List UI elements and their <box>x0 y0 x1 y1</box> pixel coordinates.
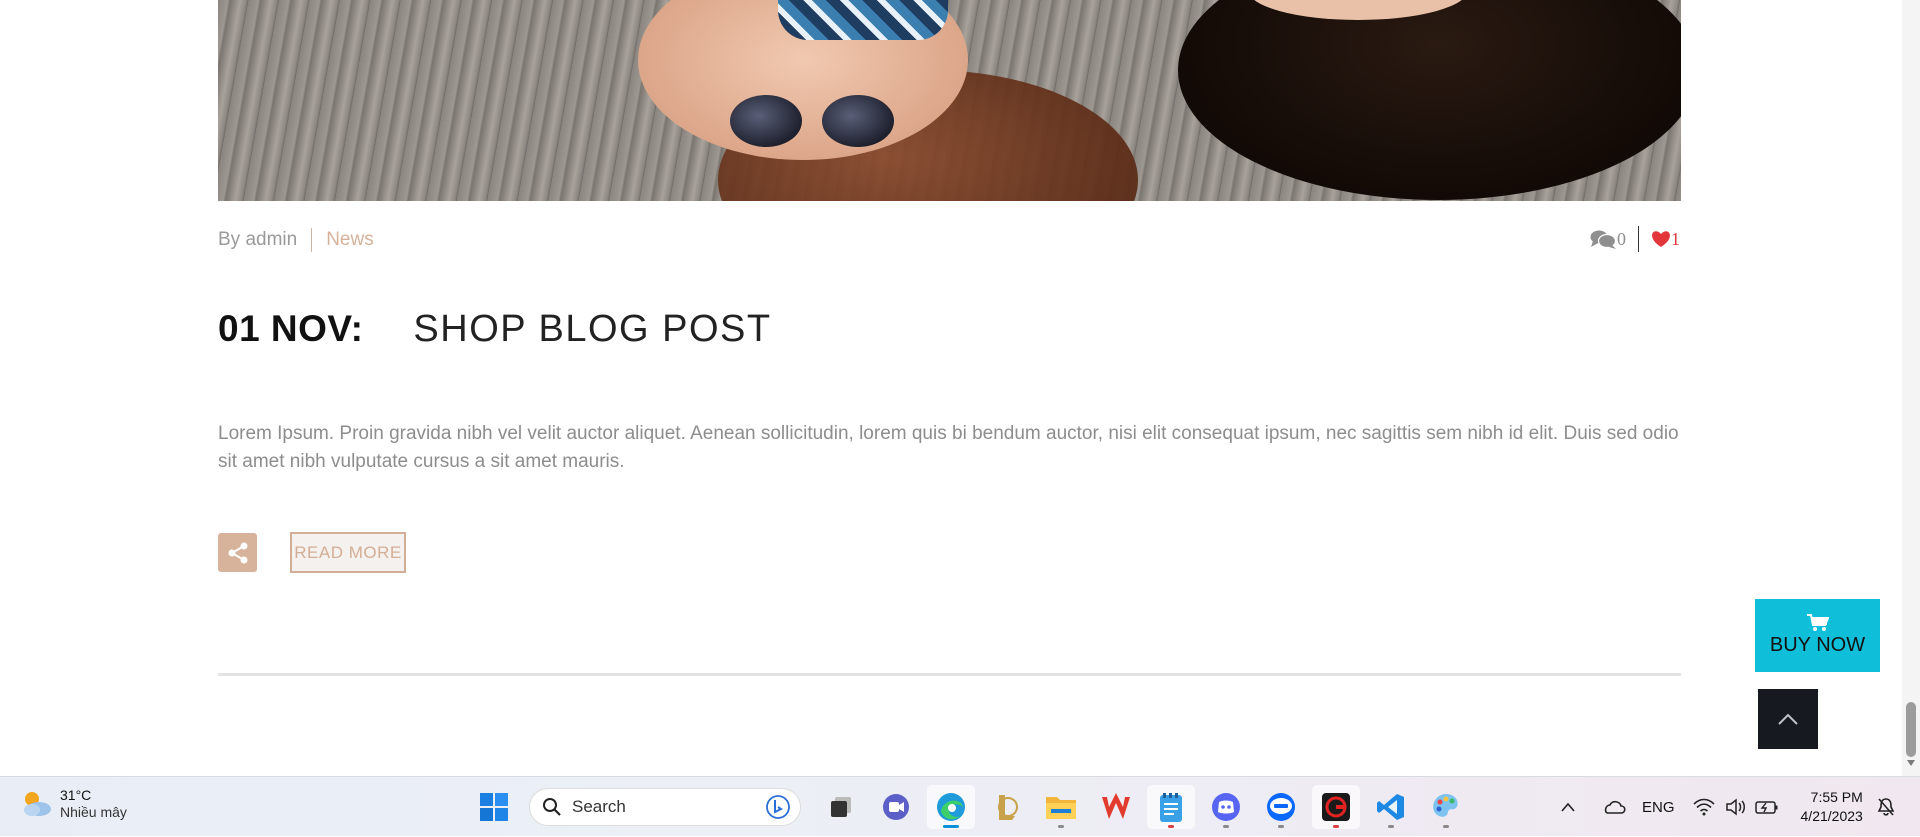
taskbar-app-notepad[interactable] <box>1147 785 1195 829</box>
taskbar-search[interactable]: Search <box>529 788 801 826</box>
likes-count[interactable]: 1 <box>1651 229 1680 250</box>
search-placeholder: Search <box>572 797 626 816</box>
likes-count-value: 1 <box>1671 228 1680 249</box>
taskbar-app-league[interactable] <box>982 785 1030 829</box>
league-of-legends-icon <box>998 795 1018 820</box>
notepad-icon <box>1160 793 1182 822</box>
taskbar-app-edge[interactable] <box>927 785 975 829</box>
meta-divider <box>311 228 313 252</box>
post-heading: 01 NOV: SHOP BLOG POST <box>218 308 772 351</box>
scroll-down-arrow-icon[interactable] <box>1907 760 1915 766</box>
post-meta: By admin News <box>218 228 374 252</box>
comments-count[interactable]: 0 <box>1590 229 1626 250</box>
discord-icon <box>1212 793 1240 821</box>
heart-icon <box>1652 231 1670 247</box>
clock-time: 7:55 PM <box>1810 789 1863 805</box>
search-icon <box>543 798 561 816</box>
running-indicator <box>1333 825 1339 828</box>
volume-icon[interactable] <box>1725 798 1747 816</box>
blog-page: By admin News 0 1 01 NOV: SHOP BLOG POST… <box>0 0 1920 776</box>
wps-office-icon <box>1102 793 1130 819</box>
share-icon <box>228 542 247 563</box>
wifi-icon[interactable] <box>1692 798 1715 816</box>
running-indicator <box>1168 825 1174 828</box>
start-button[interactable] <box>470 785 518 829</box>
running-indicator <box>1443 825 1449 828</box>
counts-divider <box>1638 226 1639 252</box>
system-tray: ENG 7:55 PM 4/21/2023 <box>1560 777 1895 837</box>
taskbar-app-paint[interactable] <box>1422 785 1470 829</box>
task-view-button[interactable] <box>817 785 865 829</box>
taskbar-app-wps[interactable] <box>1092 785 1140 829</box>
taskbar-clock[interactable]: 7:55 PM 4/21/2023 <box>1801 788 1863 826</box>
buy-now-button[interactable]: BUY NOW <box>1755 599 1880 672</box>
chevron-up-icon <box>1778 713 1798 725</box>
windows-logo-icon <box>480 793 508 821</box>
partly-cloudy-icon <box>24 791 51 816</box>
weather-widget[interactable]: 31°C Nhiều mây <box>20 787 127 820</box>
running-indicator <box>1278 825 1284 828</box>
post-date: 01 NOV: <box>218 308 364 349</box>
taskbar-app-file-explorer[interactable] <box>1037 785 1085 829</box>
running-indicator <box>1388 825 1394 828</box>
windows-taskbar: 31°C Nhiều mây Search ENG 7:55 PM 4/21/2… <box>0 776 1920 836</box>
onedrive-cloud-icon[interactable] <box>1602 799 1626 815</box>
comments-icon <box>1590 230 1617 249</box>
post-featured-image[interactable] <box>218 0 1681 201</box>
garena-icon <box>1322 793 1350 821</box>
edge-browser-icon <box>937 793 965 821</box>
comments-count-value: 0 <box>1617 228 1626 249</box>
page-scrollbar[interactable] <box>1902 0 1920 776</box>
read-more-button[interactable]: READ MORE <box>290 532 406 573</box>
zalo-icon <box>1267 793 1295 821</box>
buy-now-label: BUY NOW <box>1769 634 1866 656</box>
weather-condition: Nhiều mây <box>60 804 127 820</box>
post-title[interactable]: SHOP BLOG POST <box>413 308 771 351</box>
bing-icon[interactable] <box>766 795 790 819</box>
meet-video-icon <box>883 794 909 820</box>
post-excerpt: Lorem Ipsum. Proin gravida nibh vel veli… <box>218 423 1679 472</box>
vscode-icon <box>1377 794 1404 820</box>
back-to-top-button[interactable] <box>1758 689 1818 749</box>
task-view-icon <box>831 797 851 817</box>
scrollbar-thumb[interactable] <box>1906 702 1916 757</box>
running-indicator <box>1058 825 1064 828</box>
show-hidden-icons-chevron-icon[interactable] <box>1560 801 1576 813</box>
post-counts: 0 1 <box>1590 226 1680 252</box>
input-language[interactable]: ENG <box>1642 799 1675 816</box>
weather-temperature: 31°C <box>60 787 92 803</box>
cart-icon <box>1806 614 1829 631</box>
paint-palette-icon <box>1433 794 1458 817</box>
taskbar-app-garena[interactable] <box>1312 785 1360 829</box>
taskbar-app-vscode[interactable] <box>1367 785 1415 829</box>
notification-bell-icon[interactable] <box>1877 797 1895 817</box>
post-category-link[interactable]: News <box>326 229 374 251</box>
running-indicator <box>943 825 959 828</box>
post-author[interactable]: By admin <box>218 229 297 251</box>
taskbar-app-discord[interactable] <box>1202 785 1250 829</box>
taskbar-app-zalo[interactable] <box>1257 785 1305 829</box>
post-divider <box>218 673 1681 676</box>
taskbar-app-meet[interactable] <box>872 785 920 829</box>
clock-date: 4/21/2023 <box>1800 808 1863 824</box>
taskbar-apps: Search <box>470 785 1477 829</box>
battery-charging-icon[interactable] <box>1754 799 1779 815</box>
share-button[interactable] <box>218 533 257 572</box>
running-indicator <box>1223 825 1229 828</box>
folder-icon <box>1046 797 1076 819</box>
